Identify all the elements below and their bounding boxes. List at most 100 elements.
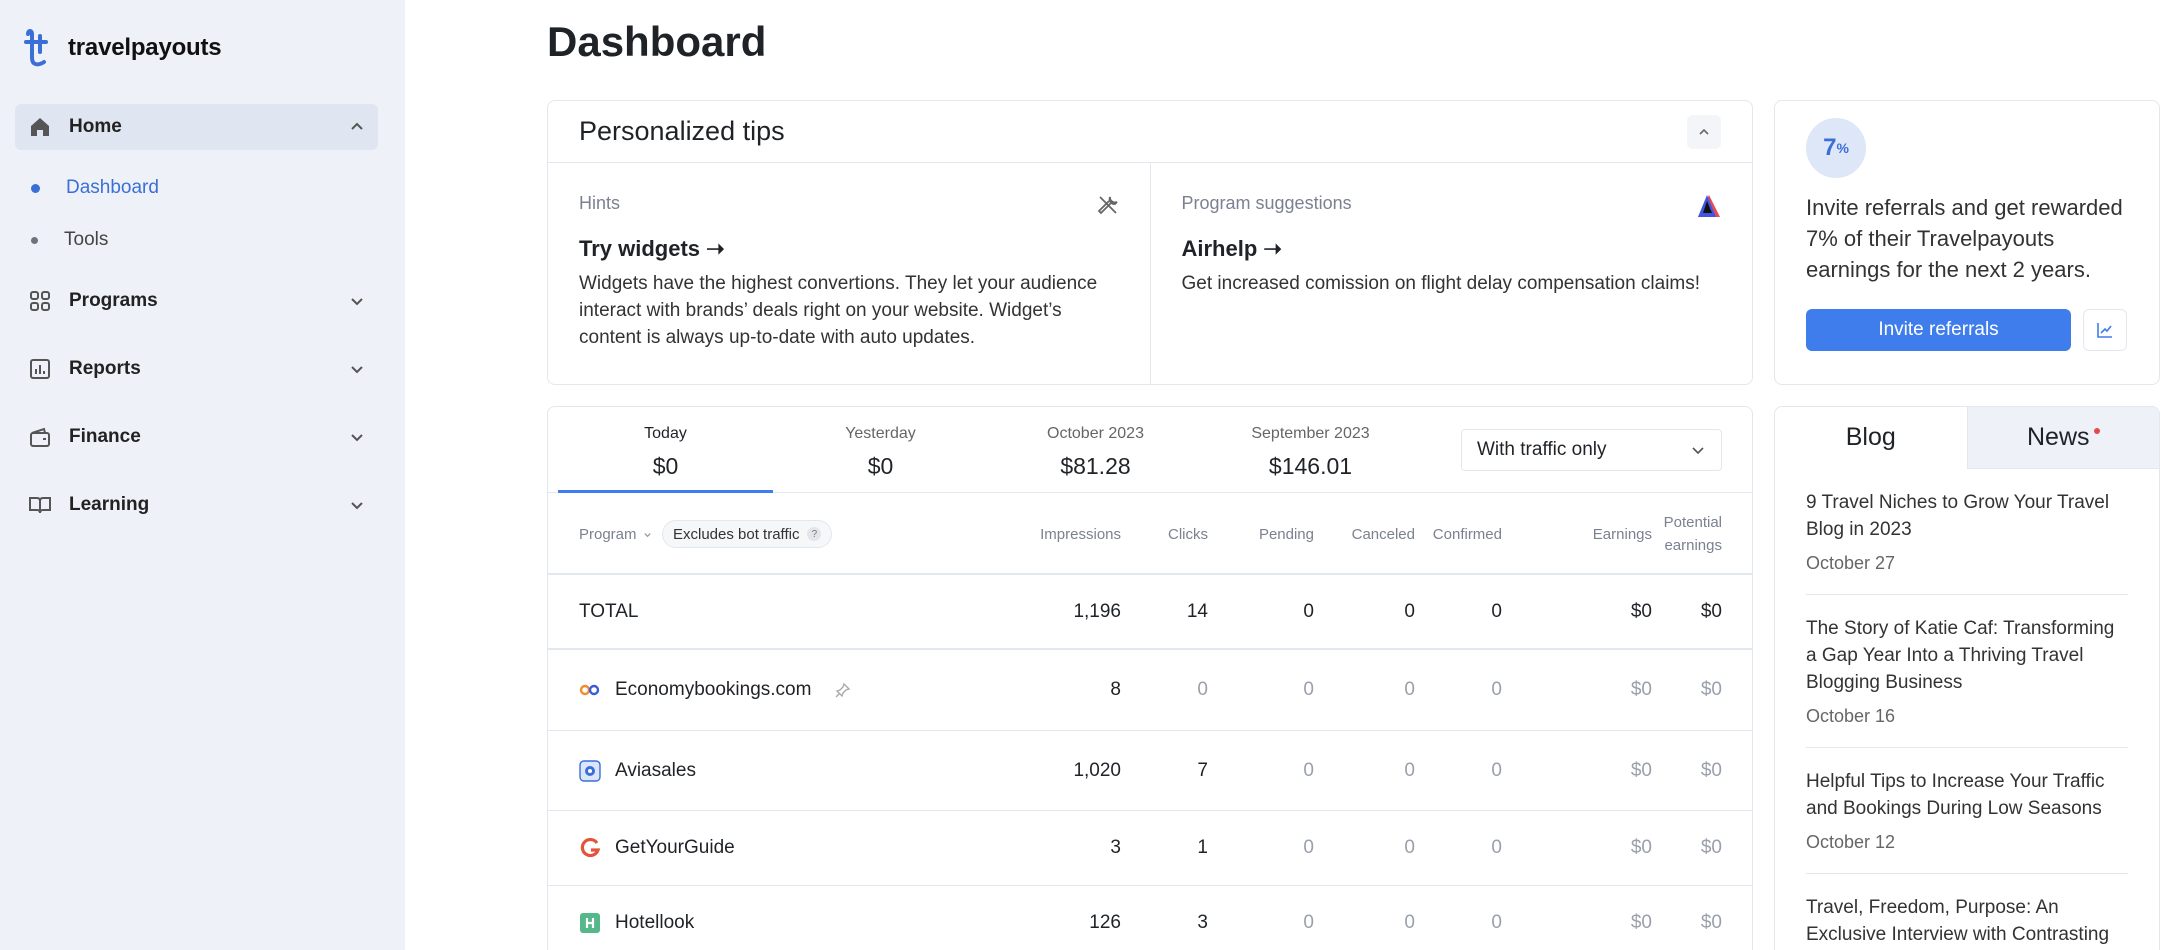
column-header[interactable]: Impressions — [908, 493, 1121, 575]
impressions-cell: 1,196 — [1073, 600, 1121, 622]
referral-text: Invite referrals and get rewarded 7% of … — [1806, 195, 2123, 282]
column-header[interactable]: Canceled — [1328, 493, 1415, 575]
home-subnav: Dashboard Tools — [15, 162, 378, 266]
program-cell: Economybookings.com — [579, 650, 851, 730]
period-tab-september[interactable]: September 2023 $146.01 — [1203, 407, 1418, 493]
bullet-dot — [31, 236, 38, 244]
post-title: The Story of Katie Caf: Transforming a G… — [1806, 618, 2115, 693]
blog-post[interactable]: The Story of Katie Caf: Transforming a G… — [1806, 595, 2128, 748]
potential-earnings-cell: $0 — [1700, 759, 1722, 781]
sidebar-item-learning[interactable]: Learning — [15, 482, 378, 528]
program-name[interactable]: Economybookings.com — [615, 679, 811, 701]
program-sort-header[interactable]: Program — [579, 493, 652, 575]
chevron-down-icon — [346, 290, 368, 312]
program-cell: GetYourGuide — [579, 811, 735, 885]
tab-news[interactable]: News — [1966, 407, 2159, 469]
sidebar-item-label: Programs — [69, 290, 158, 311]
traffic-filter-select[interactable]: With traffic only — [1461, 429, 1722, 471]
confirmed-cell: 0 — [1491, 600, 1502, 622]
confirmed-cell: 0 — [1491, 912, 1502, 933]
table-row[interactable]: Aviasales 1,020 7 0 0 0 $0 $0 — [548, 731, 1752, 811]
potential-earnings-cell: $0 — [1700, 912, 1722, 933]
tips-body: Hints Try widgets ➝ Widgets have the hig… — [548, 163, 1752, 385]
period-value: $0 — [652, 453, 679, 479]
program-name[interactable]: Hotellook — [615, 912, 694, 934]
pin-icon[interactable] — [835, 682, 851, 698]
airhelp-link[interactable]: Airhelp ➝ — [1182, 236, 1722, 262]
sidebar-subitem-dashboard[interactable]: Dashboard — [15, 162, 378, 214]
post-title: 9 Travel Niches to Grow Your Travel Blog… — [1806, 492, 2110, 540]
sidebar-item-label: Finance — [69, 426, 141, 447]
column-header[interactable]: Confirmed — [1418, 493, 1502, 575]
chevron-down-icon — [643, 532, 651, 537]
unread-dot — [2093, 427, 2100, 434]
canceled-cell: 0 — [1404, 837, 1415, 858]
invite-referrals-button[interactable]: Invite referrals — [1806, 309, 2071, 351]
canceled-cell: 0 — [1404, 679, 1415, 700]
column-header[interactable]: Earnings — [1548, 493, 1652, 575]
period-label: October 2023 — [1047, 425, 1144, 442]
personalized-tips-card: Personalized tips Hints Try widgets ➝ Wi… — [547, 100, 1753, 385]
blog-post-list: 9 Travel Niches to Grow Your Travel Blog… — [1775, 469, 2159, 950]
aviasales-logo-icon — [579, 759, 601, 782]
earnings-cell: $0 — [1630, 912, 1652, 933]
travelpayouts-logo-icon — [24, 29, 48, 67]
blog-post[interactable]: 9 Travel Niches to Grow Your Travel Blog… — [1806, 469, 2128, 595]
table-row[interactable]: Economybookings.com 8 0 0 0 0 $0 $0 — [548, 650, 1752, 731]
period-tab-yesterday[interactable]: Yesterday $0 — [773, 407, 988, 493]
sidebar-item-reports[interactable]: Reports — [15, 346, 378, 392]
earnings-cell: $0 — [1630, 679, 1652, 700]
sidebar: travelpayouts Home Dashboard Tools Progr… — [0, 0, 405, 950]
logo[interactable]: travelpayouts — [24, 28, 222, 68]
chevron-up-icon — [1699, 128, 1709, 135]
post-title: Helpful Tips to Increase Your Traffic an… — [1806, 771, 2105, 819]
period-tab-today[interactable]: Today $0 — [558, 407, 773, 493]
program-cell: Aviasales — [579, 731, 696, 810]
table-row[interactable]: GetYourGuide 3 1 0 0 0 $0 $0 — [548, 811, 1752, 886]
confirmed-cell: 0 — [1491, 759, 1502, 781]
period-tab-october[interactable]: October 2023 $81.28 — [988, 407, 1203, 493]
hotellook-logo-icon — [580, 913, 600, 933]
referral-actions: Invite referrals — [1806, 309, 2128, 351]
help-icon[interactable]: ? — [807, 527, 822, 541]
program-name[interactable]: GetYourGuide — [615, 837, 735, 859]
blog-post[interactable]: Travel, Freedom, Purpose: An Exclusive I… — [1806, 874, 2128, 950]
page-title: Dashboard — [547, 18, 767, 65]
clicks-cell: 7 — [1197, 759, 1208, 781]
program-name[interactable]: Aviasales — [615, 760, 696, 782]
period-value: $81.28 — [1060, 453, 1131, 479]
sidebar-item-programs[interactable]: Programs — [15, 278, 378, 324]
period-label: September 2023 — [1251, 425, 1370, 442]
earnings-stats-card: Today $0 Yesterday $0 October 2023 $81.2… — [547, 406, 1753, 950]
tip-category: Program suggestions — [1181, 193, 1352, 213]
potential-earnings-cell: $0 — [1700, 600, 1722, 622]
column-header[interactable]: Pending — [1228, 493, 1314, 575]
table-row[interactable]: Hotellook 126 3 0 0 0 $0 $0 — [548, 886, 1752, 950]
tips-title: Personalized tips — [579, 116, 785, 146]
period-value: $0 — [867, 453, 894, 479]
column-header[interactable]: Clicks — [1148, 493, 1208, 575]
brand-name: travelpayouts — [68, 34, 222, 61]
chevron-up-icon — [346, 116, 368, 138]
post-date: October 27 — [1806, 553, 1896, 573]
sidebar-subitem-tools[interactable]: Tools — [15, 214, 378, 266]
referral-stats-button[interactable] — [2083, 309, 2127, 351]
try-widgets-link[interactable]: Try widgets ➝ — [579, 236, 1119, 262]
economybookings-logo-icon — [579, 684, 600, 696]
chevron-down-icon — [1692, 447, 1704, 455]
book-icon — [25, 490, 55, 520]
column-header[interactable]: Potential earnings — [1648, 493, 1722, 575]
wallet-icon — [25, 422, 55, 452]
clicks-cell: 3 — [1197, 912, 1208, 933]
collapse-button[interactable] — [1687, 114, 1721, 149]
bot-traffic-chip[interactable]: Excludes bot traffic ? — [662, 520, 833, 548]
sidebar-item-finance[interactable]: Finance — [15, 414, 378, 460]
impressions-cell: 1,020 — [1073, 759, 1121, 781]
sidebar-item-home[interactable]: Home — [15, 104, 378, 150]
tab-blog[interactable]: Blog — [1775, 407, 1967, 469]
post-title: Travel, Freedom, Purpose: An Exclusive I… — [1806, 897, 2110, 945]
hints-tip: Hints Try widgets ➝ Widgets have the hig… — [548, 163, 1150, 385]
blog-post[interactable]: Helpful Tips to Increase Your Traffic an… — [1806, 748, 2128, 874]
clicks-cell: 14 — [1186, 600, 1208, 622]
impressions-cell: 3 — [1110, 837, 1121, 858]
